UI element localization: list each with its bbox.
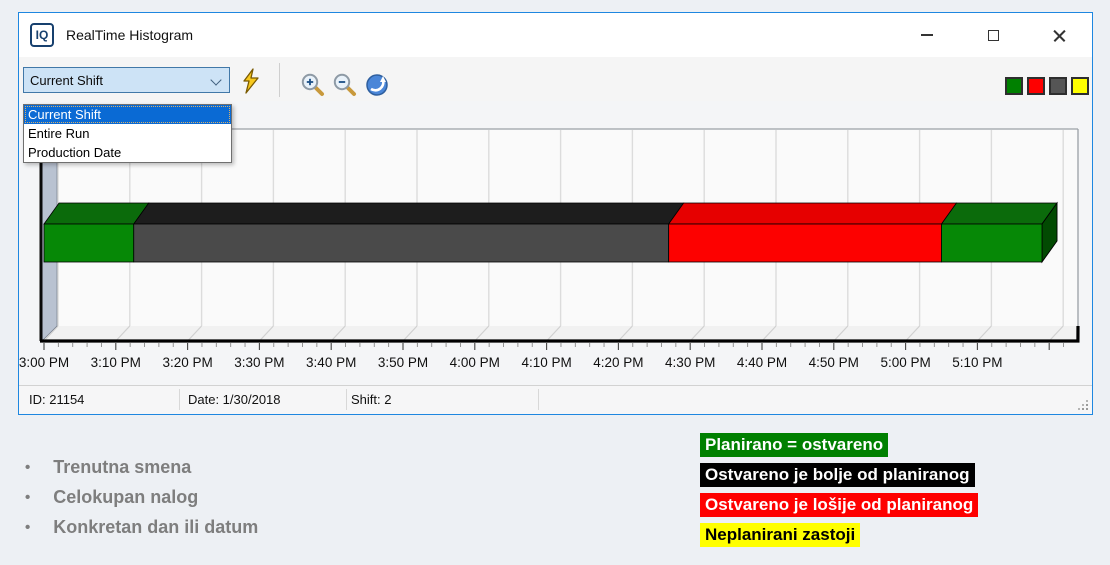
x-tick-label: 4:20 PM: [593, 355, 643, 370]
bar-segment-planned-equals-actual: [44, 203, 149, 262]
close-icon: [1052, 28, 1067, 43]
chevron-down-icon: [210, 74, 221, 85]
note-text: Trenutna smena: [53, 457, 191, 478]
titlebar: IQ RealTime Histogram: [19, 13, 1092, 57]
note-item: • Celokupan nalog: [25, 482, 258, 512]
note-text: Celokupan nalog: [53, 487, 198, 508]
status-color-yellow: [1071, 77, 1089, 95]
x-tick-label: 4:00 PM: [450, 355, 500, 370]
bar-segment-actual-worse-than-planned: [669, 203, 957, 262]
refresh-lightning-button[interactable]: [240, 68, 262, 94]
note-text: Konkretan dan ili datum: [53, 517, 258, 538]
statusbar-separator: [538, 389, 539, 410]
x-tick-label: 3:10 PM: [91, 355, 141, 370]
zoom-in-icon: [300, 72, 326, 98]
minimize-button[interactable]: [894, 13, 960, 57]
status-color-green: [1005, 77, 1023, 95]
statusbar-separator: [179, 389, 180, 410]
x-tick-label: 3:30 PM: [234, 355, 284, 370]
maximize-button[interactable]: [960, 13, 1026, 57]
x-tick-label: 4:10 PM: [521, 355, 571, 370]
statusbar-separator: [346, 389, 347, 410]
status-color-indicators: [1005, 77, 1089, 95]
bullet-icon: •: [25, 489, 30, 506]
zoom-out-button[interactable]: [332, 72, 358, 98]
status-id: ID: 21154: [29, 392, 84, 407]
lightning-icon: [240, 68, 262, 94]
dropdown-option-entire-run[interactable]: Entire Run: [24, 124, 231, 143]
globe-icon: [364, 72, 390, 98]
zoom-in-button[interactable]: [300, 72, 326, 98]
note-item: • Konkretan dan ili datum: [25, 512, 258, 542]
period-dropdown-list: Current ShiftEntire RunProduction Date: [23, 104, 232, 163]
app-icon: IQ: [30, 23, 54, 47]
x-tick-label: 3:40 PM: [306, 355, 356, 370]
maximize-icon: [988, 30, 999, 41]
x-tick-label: 5:10 PM: [952, 355, 1002, 370]
x-tick-label: 3:20 PM: [162, 355, 212, 370]
legend: Planirano = ostvareno Ostvareno je bolje …: [700, 433, 978, 553]
legend-item: Neplanirani zastoji: [700, 523, 860, 547]
window-title: RealTime Histogram: [66, 27, 193, 43]
note-item: • Trenutna smena: [25, 452, 258, 482]
resize-grip-icon[interactable]: [1086, 408, 1088, 410]
plot-floor: [41, 326, 1078, 341]
legend-item: Ostvareno je bolje od planiranog: [700, 463, 975, 487]
notes-list: • Trenutna smena • Celokupan nalog • Konkreta…: [25, 452, 258, 542]
x-tick-label: 3:00 PM: [19, 355, 69, 370]
zoom-out-icon: [332, 72, 358, 98]
page: IQ RealTime Histogram Current Shift: [0, 0, 1110, 565]
minimize-icon: [921, 34, 933, 36]
bar-segment-actual-better-than-planned: [134, 203, 684, 262]
legend-item: Planirano = ostvareno: [700, 433, 888, 457]
x-tick-label: 4:40 PM: [737, 355, 787, 370]
bar-segment-planned-equals-actual-end: [942, 203, 1058, 262]
bullet-icon: •: [25, 519, 30, 536]
dropdown-option-current-shift[interactable]: Current Shift: [24, 105, 231, 124]
x-tick-label: 4:50 PM: [809, 355, 859, 370]
close-button[interactable]: [1026, 13, 1092, 57]
dropdown-option-production-date[interactable]: Production Date: [24, 143, 231, 162]
x-tick-label: 4:30 PM: [665, 355, 715, 370]
status-shift: Shift: 2: [351, 392, 391, 407]
toolbar-separator: [279, 63, 280, 97]
x-tick-label: 3:50 PM: [378, 355, 428, 370]
status-color-red: [1027, 77, 1045, 95]
status-color-gray: [1049, 77, 1067, 95]
x-tick-label: 5:00 PM: [880, 355, 930, 370]
statusbar: ID: 21154 Date: 1/30/2018 Shift: 2: [19, 385, 1092, 414]
window-controls: [894, 13, 1092, 57]
period-combobox-value: Current Shift: [30, 73, 103, 88]
reset-view-button[interactable]: [364, 72, 390, 98]
legend-item: Ostvareno je lošije od planiranog: [700, 493, 978, 517]
realtime-histogram-window: IQ RealTime Histogram Current Shift: [18, 12, 1093, 415]
bullet-icon: •: [25, 459, 30, 476]
status-date: Date: 1/30/2018: [188, 392, 281, 407]
period-combobox[interactable]: Current Shift: [23, 67, 230, 93]
